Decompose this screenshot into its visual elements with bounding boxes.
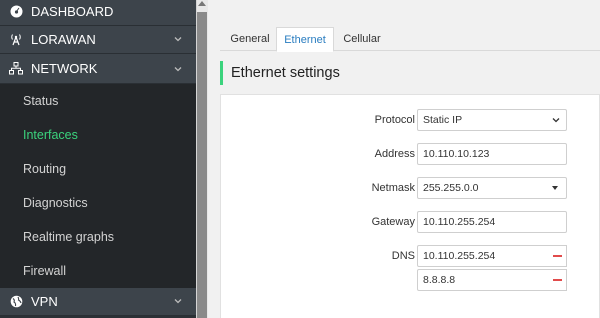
gateway-label: Gateway [371, 216, 415, 228]
dns-input-1[interactable]: 10.110.255.254 [417, 245, 549, 267]
dns-label: DNS [391, 250, 415, 262]
section-title: Ethernet settings [220, 61, 600, 85]
nav-network[interactable]: NETWORK [0, 54, 196, 84]
sidebar-item-diagnostics[interactable]: Diagnostics [0, 186, 196, 220]
chevron-down-icon [174, 299, 182, 304]
tab-cellular[interactable]: Cellular [334, 27, 390, 51]
main-content: General Ethernet Cellular Ethernet setti… [208, 0, 600, 318]
nav-dashboard[interactable]: DASHBOARD [0, 0, 196, 26]
nav-dashboard-label: DASHBOARD [31, 4, 114, 19]
tab-ethernet[interactable]: Ethernet [276, 27, 334, 52]
globe-icon [9, 295, 23, 309]
nav-lorawan[interactable]: LORAWAN [0, 26, 196, 54]
remove-dns-1-button[interactable] [548, 245, 567, 267]
sidebar-item-interfaces[interactable]: Interfaces [0, 118, 196, 152]
netmask-select[interactable]: 255.255.0.0 [417, 177, 567, 199]
netmask-row: Netmask 255.255.0.0 [221, 177, 600, 199]
sidebar-item-realtime-graphs[interactable]: Realtime graphs [0, 220, 196, 254]
gateway-input[interactable]: 10.110.255.254 [417, 211, 567, 233]
address-value: 10.110.10.123 [423, 148, 490, 160]
protocol-row: Protocol Static IP [221, 109, 600, 131]
network-submenu: Status Interfaces Routing Diagnostics Re… [0, 84, 196, 288]
gateway-value: 10.110.255.254 [423, 216, 496, 228]
nav-vpn[interactable]: VPN [0, 288, 196, 316]
chevron-down-icon [174, 67, 182, 72]
sidebar: DASHBOARD LORAWAN NETWORK Status Interfa… [0, 0, 196, 318]
tab-bar: General Ethernet Cellular [220, 27, 600, 52]
dashboard-icon [9, 5, 23, 19]
netmask-value: 255.255.0.0 [423, 182, 479, 194]
protocol-label: Protocol [374, 114, 415, 126]
nav-lorawan-label: LORAWAN [31, 32, 96, 47]
protocol-value: Static IP [423, 114, 463, 126]
chevron-down-icon [174, 37, 182, 42]
network-icon [9, 62, 23, 76]
chevron-down-icon [552, 118, 560, 123]
address-label: Address [374, 148, 415, 160]
netmask-label: Netmask [371, 182, 415, 194]
gateway-row: Gateway 10.110.255.254 [221, 211, 600, 233]
address-row: Address 10.110.10.123 [221, 143, 600, 165]
sidebar-item-status[interactable]: Status [0, 84, 196, 118]
dns-value-2: 8.8.8.8 [423, 274, 456, 286]
sidebar-item-routing[interactable]: Routing [0, 152, 196, 186]
antenna-icon [9, 33, 23, 47]
nav-network-label: NETWORK [31, 61, 98, 76]
scroll-up-arrow-icon[interactable] [198, 1, 206, 6]
dns-row: DNS 10.110.255.254 [221, 245, 600, 267]
dns-input-2[interactable]: 8.8.8.8 [417, 269, 549, 291]
nav-vpn-label: VPN [31, 294, 58, 309]
minus-icon [552, 255, 562, 257]
address-input[interactable]: 10.110.10.123 [417, 143, 567, 165]
dns-row-2: 8.8.8.8 [221, 269, 600, 291]
protocol-select[interactable]: Static IP [417, 109, 567, 131]
settings-panel: Protocol Static IP Address 10.110.10.123… [220, 94, 600, 318]
caret-down-icon [552, 186, 558, 190]
sidebar-item-firewall[interactable]: Firewall [0, 254, 196, 288]
minus-icon [552, 279, 562, 281]
sidebar-scrollbar-thumb[interactable] [197, 12, 207, 318]
remove-dns-2-button[interactable] [548, 269, 567, 291]
tab-general[interactable]: General [222, 27, 278, 51]
dns-value-1: 10.110.255.254 [423, 250, 496, 262]
